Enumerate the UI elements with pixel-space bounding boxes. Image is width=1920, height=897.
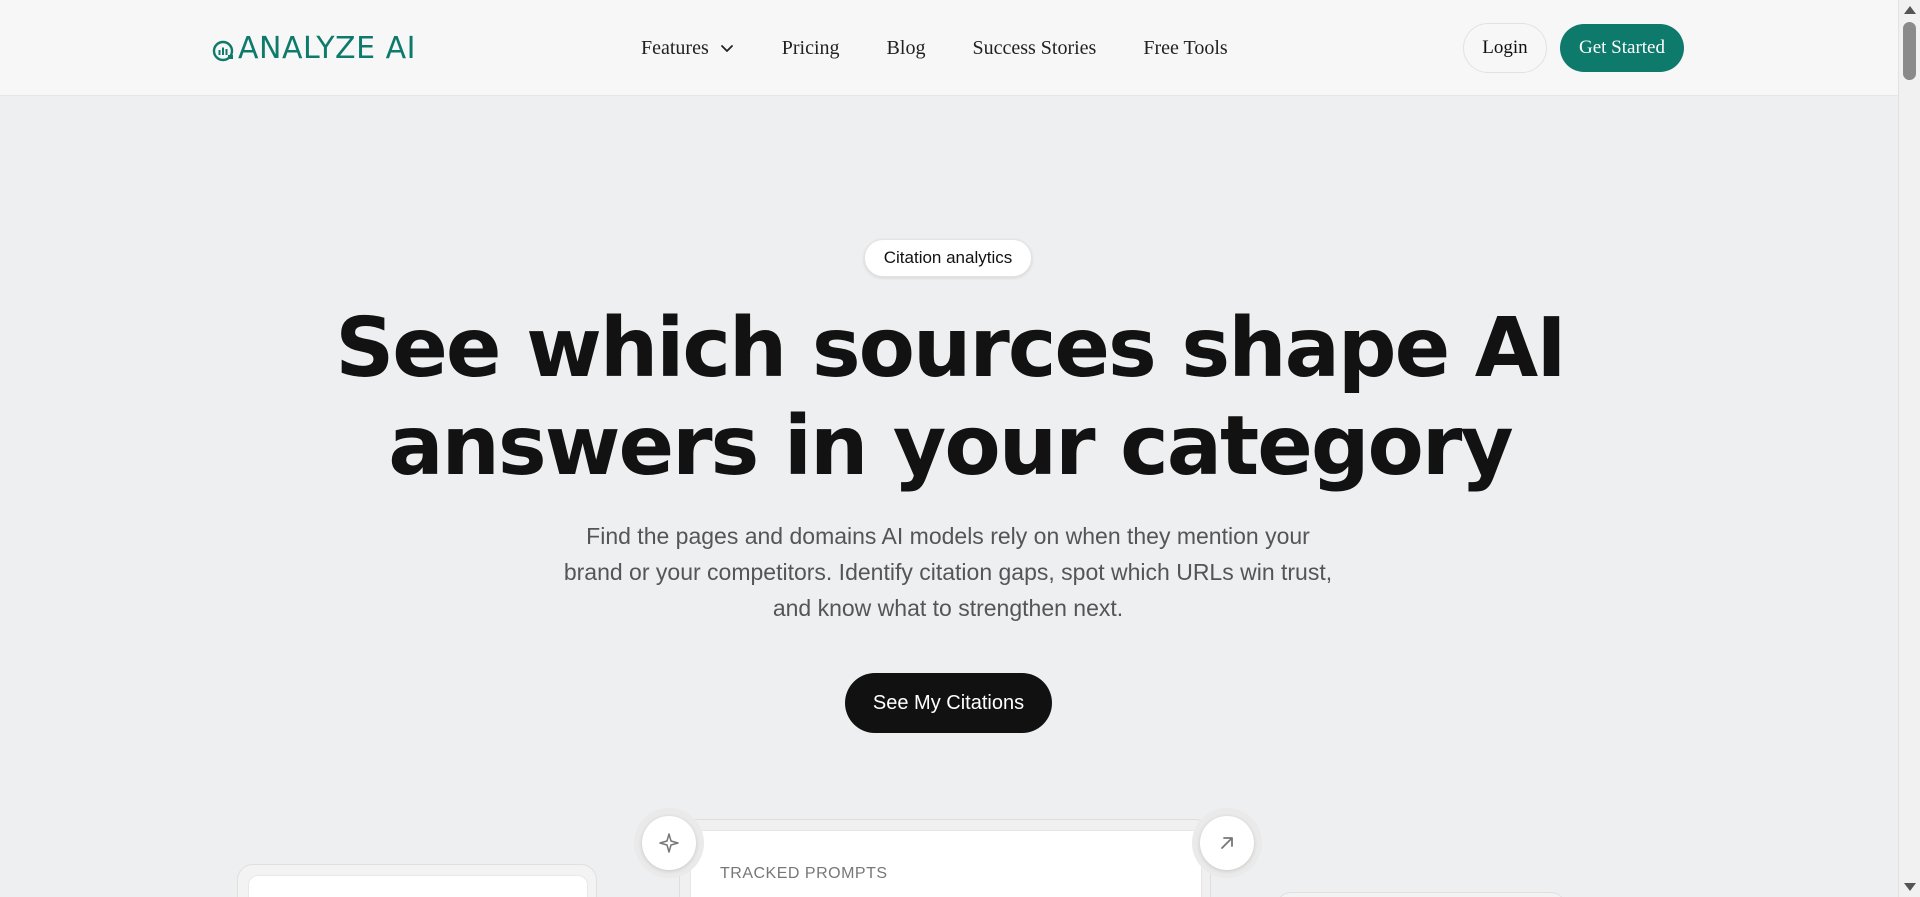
nav-item-label: Blog xyxy=(886,36,926,59)
scroll-up-icon[interactable] xyxy=(1904,6,1916,14)
nav-item-label: Features xyxy=(641,36,709,59)
nav-item-label: Free Tools xyxy=(1143,36,1228,59)
sparkle-button[interactable] xyxy=(634,808,704,878)
nav-item-pricing[interactable]: Pricing xyxy=(782,37,840,60)
main-nav: Features Pricing Blog Success Stories Fr… xyxy=(641,34,1228,62)
sparkle-icon xyxy=(659,833,679,853)
preview-card-tracked-prompts: TRACKED PROMPTS xyxy=(679,819,1211,897)
get-started-button[interactable]: Get Started xyxy=(1560,24,1684,72)
tracked-prompts-label: TRACKED PROMPTS xyxy=(720,865,888,882)
arrow-up-right-icon xyxy=(1221,837,1233,849)
site-header: ANALYZE AI Features Pricing Blog Success… xyxy=(0,0,1898,96)
see-my-citations-button[interactable]: See My Citations xyxy=(845,673,1052,733)
headline-line-1: See which sources shape AI xyxy=(335,301,1566,396)
scroll-down-icon[interactable] xyxy=(1904,883,1916,891)
open-link-button[interactable] xyxy=(1192,808,1262,878)
vertical-scrollbar[interactable] xyxy=(1898,0,1920,897)
nav-item-label: Success Stories xyxy=(972,36,1097,59)
nav-item-features[interactable]: Features xyxy=(641,37,735,60)
logo-text: ANALYZE AI xyxy=(238,30,416,66)
logo-icon xyxy=(212,40,234,62)
category-badge: Citation analytics xyxy=(864,239,1032,277)
preview-card-inner: TRACKED PROMPTS xyxy=(690,830,1202,897)
preview-card-left xyxy=(237,864,597,897)
scroll-thumb[interactable] xyxy=(1903,22,1916,80)
nav-item-free-tools[interactable]: Free Tools xyxy=(1143,37,1227,60)
nav-item-success-stories[interactable]: Success Stories xyxy=(972,37,1096,60)
preview-card-left-inner xyxy=(248,875,588,897)
headline-line-2: answers in your category xyxy=(388,399,1514,494)
logo[interactable]: ANALYZE AI xyxy=(212,30,416,66)
login-button[interactable]: Login xyxy=(1463,23,1547,73)
preview-card-right xyxy=(1276,892,1566,897)
hero-headline: See which sources shape AI answers in yo… xyxy=(300,300,1600,496)
nav-item-label: Pricing xyxy=(781,36,840,59)
hero-subtext: Find the pages and domains AI models rel… xyxy=(563,523,1333,621)
chevron-down-icon xyxy=(720,45,733,52)
nav-item-blog[interactable]: Blog xyxy=(887,37,926,60)
